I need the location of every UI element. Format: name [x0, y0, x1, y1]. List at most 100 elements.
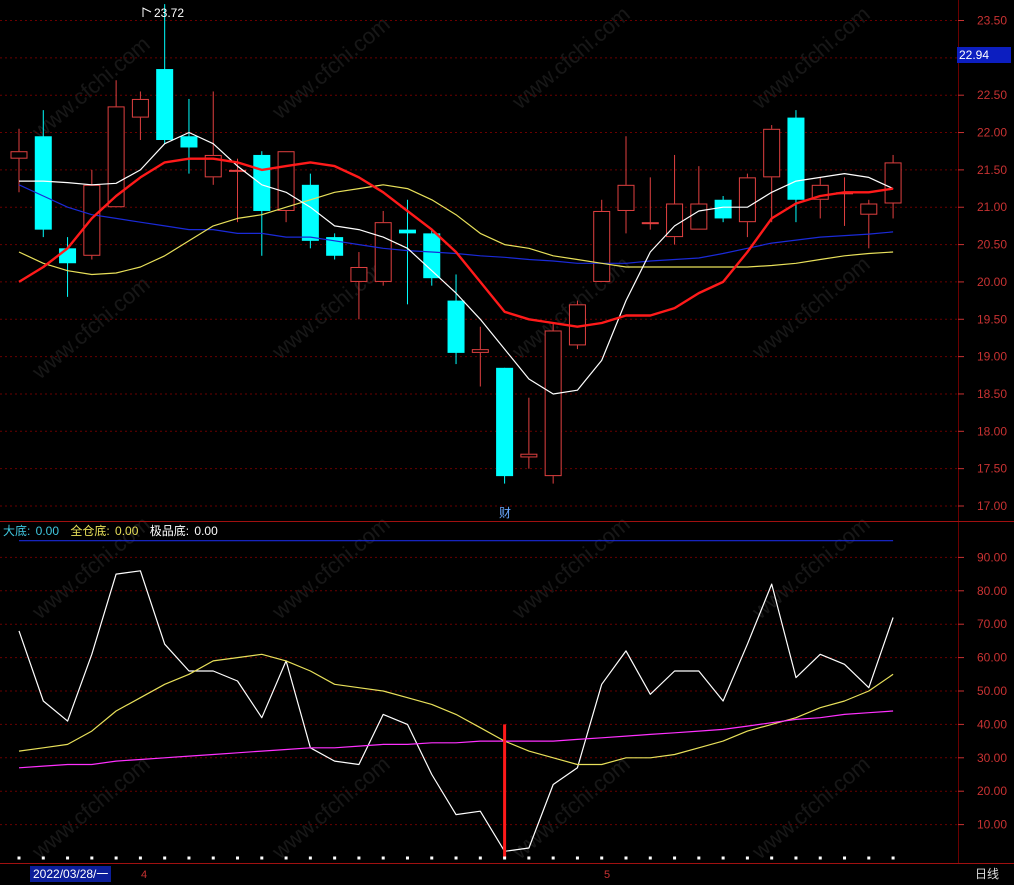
candle — [714, 196, 732, 223]
price-tick-label: 22.50 — [977, 88, 1007, 102]
price-tick-label: 21.00 — [977, 200, 1007, 214]
indicator-tick-label: 70.00 — [977, 617, 1007, 631]
time-axis-dot — [624, 856, 628, 860]
time-axis-dot — [454, 856, 458, 860]
time-axis-dot — [308, 856, 312, 860]
time-axis-dot — [600, 856, 604, 860]
price-tick-label: 20.00 — [977, 275, 1007, 289]
indicator-tick-label: 10.00 — [977, 818, 1007, 832]
finance-event-marker[interactable]: 财 — [499, 506, 511, 520]
time-axis-dot — [697, 856, 701, 860]
time-axis-dot — [551, 856, 555, 860]
month-label-april: 4 — [141, 869, 147, 881]
candle-body — [301, 184, 319, 241]
high-marker-label: 23.72 — [154, 6, 184, 20]
current-price-badge: 22.94 — [957, 47, 1011, 63]
candle-body — [59, 248, 77, 264]
candle-body — [617, 184, 635, 211]
indicator-tick-label: 20.00 — [977, 784, 1007, 798]
candle — [423, 229, 441, 286]
candle-body — [738, 177, 756, 223]
candle-body — [350, 266, 368, 282]
price-tick-label: 18.50 — [977, 387, 1007, 401]
time-axis-dot — [333, 856, 337, 860]
price-tick-label: 19.00 — [977, 350, 1007, 364]
time-axis-dot — [503, 856, 507, 860]
time-axis-dot — [818, 856, 822, 860]
time-axis-dot — [357, 856, 361, 860]
time-axis-dot — [187, 856, 191, 860]
time-axis-dot — [794, 856, 798, 860]
time-axis-dot — [478, 856, 482, 860]
indicator-tick-label: 60.00 — [977, 651, 1007, 665]
candle-body — [593, 210, 611, 282]
time-axis-dot — [745, 856, 749, 860]
time-axis-dot — [575, 856, 579, 860]
time-axis-dot — [527, 856, 531, 860]
candle-body — [277, 151, 295, 211]
time-axis-dot — [770, 856, 774, 860]
time-axis-dot — [867, 856, 871, 860]
price-tick-label: 19.50 — [977, 312, 1007, 326]
price-tick-label: 17.00 — [977, 499, 1007, 513]
price-tick-label: 20.50 — [977, 238, 1007, 252]
indicator-legend: 大底: 0.00 全仓底: 0.00 极品底: 0.00 — [3, 522, 220, 539]
candle-body — [884, 162, 902, 204]
price-tick-label: 17.50 — [977, 462, 1007, 476]
time-axis-dot — [891, 856, 895, 860]
candle — [326, 233, 344, 260]
period-daily-button[interactable]: 日线 — [962, 865, 1012, 883]
candle — [593, 199, 611, 282]
time-axis-dot — [138, 856, 142, 860]
month-label-may: 5 — [604, 869, 610, 881]
candle-body — [156, 69, 174, 141]
candle-body — [641, 222, 659, 225]
candle-body — [10, 151, 28, 159]
time-axis-dot — [284, 856, 288, 860]
indicator-tick-label: 80.00 — [977, 584, 1007, 598]
candle-body — [180, 136, 198, 148]
indicator-tick-label: 50.00 — [977, 684, 1007, 698]
legend-quancangdi-label: 全仓底: — [70, 524, 114, 538]
time-axis-dot — [843, 856, 847, 860]
time-axis-dot — [41, 856, 45, 860]
candle — [544, 323, 562, 484]
cursor-date-label: 2022/03/28/一 — [30, 866, 112, 882]
candle-body — [83, 184, 101, 256]
time-axis-dot — [90, 856, 94, 860]
candle-body — [253, 154, 271, 211]
candle-body — [471, 349, 489, 353]
candle-body — [374, 222, 392, 282]
candle-body — [544, 330, 562, 477]
time-axis-dot — [114, 856, 118, 860]
candle-body — [447, 300, 465, 353]
legend-dadi-label: 大底: — [3, 524, 34, 538]
candle-body — [714, 199, 732, 219]
price-tick-label: 21.50 — [977, 163, 1007, 177]
time-axis-dot — [236, 856, 240, 860]
time-axis-dot — [381, 856, 385, 860]
candle-body — [131, 98, 149, 118]
legend-jipindi-value: 0.00 — [194, 524, 218, 538]
price-tick-label: 23.50 — [977, 14, 1007, 28]
indicator-tick-label: 30.00 — [977, 751, 1007, 765]
time-axis-dot — [66, 856, 70, 860]
candle-body — [520, 453, 538, 458]
candle-body — [763, 128, 781, 178]
candle-body — [34, 136, 52, 230]
stock-chart: www.cfchi.com www.cfchi.com www.cfchi.com w… — [0, 0, 1014, 885]
candle-body — [860, 203, 878, 215]
time-axis-dot — [673, 856, 677, 860]
candle-body — [398, 229, 416, 234]
legend-dadi-value: 0.00 — [35, 524, 60, 538]
time-axis-dot — [721, 856, 725, 860]
candle-body — [787, 117, 805, 200]
time-axis-dot — [260, 856, 264, 860]
candle — [496, 367, 514, 484]
indicator-tick-label: 40.00 — [977, 717, 1007, 731]
time-axis-dot — [163, 856, 167, 860]
time-axis-dot — [17, 856, 21, 860]
legend-quancangdi-value: 0.00 — [115, 524, 139, 538]
time-axis-dot — [211, 856, 215, 860]
price-tick-label: 22.00 — [977, 126, 1007, 140]
